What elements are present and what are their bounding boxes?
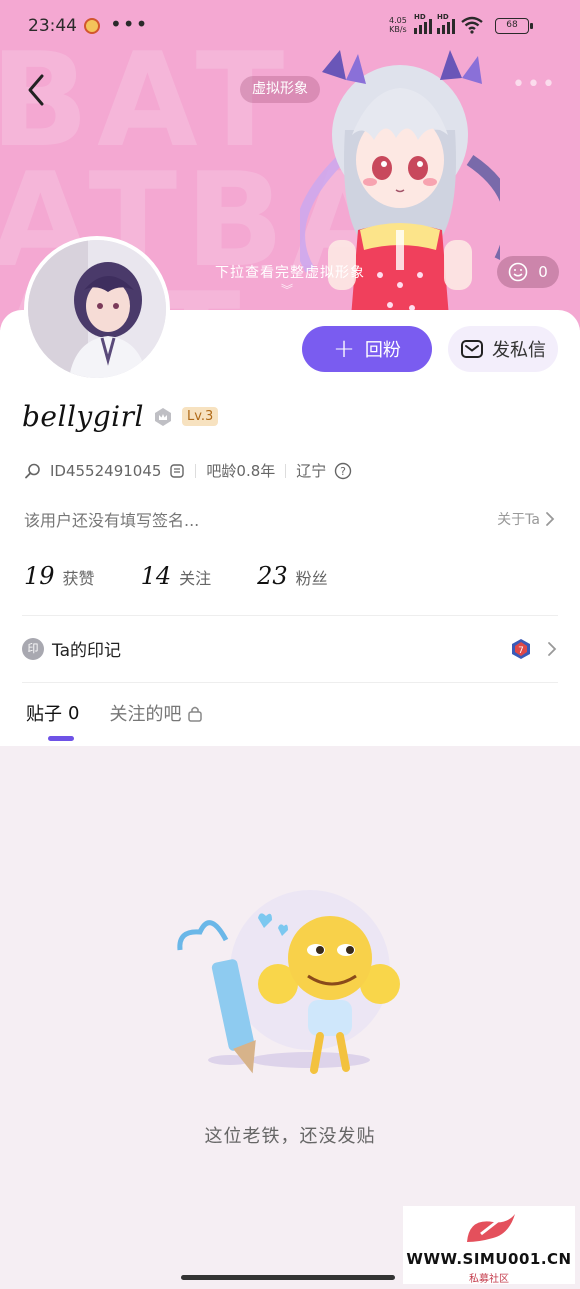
profile-tabs: 贴子 0 关注的吧 <box>26 700 203 726</box>
hd-label: HD <box>414 13 426 21</box>
level-badge[interactable]: Lv.3 <box>181 407 219 426</box>
chevron-right-icon <box>548 641 557 656</box>
follow-back-button[interactable]: + 回粉 <box>302 326 432 372</box>
empty-state-text: 这位老铁，还没发贴 <box>204 1126 376 1147</box>
user-info-row: ID4552491045 吧龄0.8年 辽宁 ? <box>24 460 352 481</box>
active-tab-indicator <box>48 736 74 741</box>
empty-state-illustration <box>177 890 400 1074</box>
more-notifications-icon: ••• <box>110 12 149 36</box>
marks-row[interactable]: 印 Ta的印记 7 <box>22 636 558 661</box>
about-label: 关于Ta <box>497 512 540 528</box>
mark-badge-icon: 7 <box>512 638 530 659</box>
help-icon[interactable]: ? <box>334 462 352 480</box>
tab-posts-count: 0 <box>68 702 80 724</box>
about-link[interactable]: 关于Ta <box>497 507 556 531</box>
pull-down-hint: 下拉查看完整虚拟形象 <box>215 265 365 281</box>
marks-label: Ta的印记 <box>52 641 121 661</box>
svg-text:7: 7 <box>518 646 524 656</box>
stat-likes[interactable]: 19 获赞 <box>24 562 95 590</box>
wifi-icon <box>461 16 483 34</box>
watermark-subtitle: 私募社区 <box>469 1274 509 1285</box>
section-divider <box>22 615 558 616</box>
stat-label: 粉丝 <box>295 569 328 588</box>
network-speed-unit: KB/s <box>389 25 407 34</box>
stat-label: 获赞 <box>62 569 95 588</box>
stat-number: 14 <box>140 562 172 590</box>
send-message-label: 发私信 <box>492 340 546 361</box>
smile-icon <box>508 262 528 282</box>
divider <box>195 463 197 478</box>
divider <box>285 463 287 478</box>
signature-text: 该用户还没有填写签名... <box>24 511 200 530</box>
stat-fans[interactable]: 23 粉丝 <box>257 562 328 590</box>
stat-number: 19 <box>24 562 55 590</box>
stat-number: 23 <box>257 562 288 590</box>
like-count: 0 <box>538 263 548 281</box>
follow-back-label: 回粉 <box>364 340 401 361</box>
avatar-like-button[interactable]: 0 <box>497 256 559 288</box>
virtual-avatar-illustration[interactable] <box>300 40 500 330</box>
signature-row: 该用户还没有填写签名... 关于Ta <box>24 507 556 531</box>
copy-icon[interactable] <box>169 463 185 479</box>
stat-label: 关注 <box>179 569 212 588</box>
svg-text:?: ? <box>340 465 346 478</box>
section-divider <box>22 682 558 683</box>
user-id: ID4552491045 <box>50 461 162 480</box>
back-icon[interactable] <box>20 70 56 110</box>
bar-age: 吧龄0.8年 <box>206 462 276 480</box>
hd-label-2: HD <box>437 13 449 21</box>
notification-app-icon <box>84 18 100 34</box>
stats-row: 19 获赞 14 关注 23 粉丝 <box>24 562 328 590</box>
seal-icon: 印 <box>22 637 44 660</box>
username: bellygirl <box>22 400 144 433</box>
chevron-double-down-icon: ︾ <box>281 283 294 297</box>
status-time: 23:44 <box>28 16 77 36</box>
network-speed: 4.05 KB/s <box>389 16 407 34</box>
lock-icon <box>188 706 203 722</box>
name-row: bellygirl Lv.3 <box>22 400 219 433</box>
region: 辽宁 <box>296 462 327 480</box>
site-watermark: WWW.SIMU001.CN 私募社区 <box>403 1206 575 1285</box>
signal-icon: HD <box>414 13 432 34</box>
tab-posts-label: 贴子 <box>26 704 62 725</box>
send-message-button[interactable]: 发私信 <box>448 326 558 372</box>
tab-followed-bars[interactable]: 关注的吧 <box>109 700 203 726</box>
watermark-url: WWW.SIMU001.CN <box>406 1250 572 1268</box>
stat-following[interactable]: 14 关注 <box>141 562 212 590</box>
search-icon <box>25 463 40 478</box>
user-avatar[interactable] <box>24 236 170 382</box>
watermark-logo-icon <box>467 1214 515 1242</box>
home-indicator[interactable] <box>181 1275 395 1280</box>
network-speed-value: 4.05 <box>389 16 407 25</box>
mail-icon <box>461 340 483 358</box>
plus-icon: + <box>333 334 355 364</box>
tab-posts[interactable]: 贴子 0 <box>26 700 79 726</box>
more-options-icon[interactable]: ••• <box>512 72 557 97</box>
crown-badge-icon[interactable] <box>152 406 174 428</box>
battery-icon: 68 <box>495 18 533 34</box>
tab-followed-bars-label: 关注的吧 <box>109 704 182 725</box>
signal-icon-2: HD <box>437 13 455 34</box>
chevron-right-icon <box>546 512 555 526</box>
